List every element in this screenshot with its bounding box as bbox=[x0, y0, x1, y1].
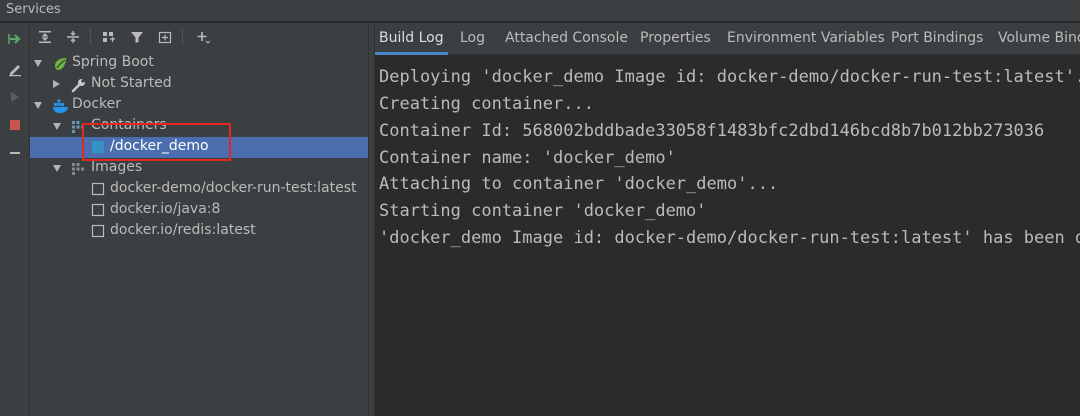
tree-node-label: Images bbox=[91, 159, 143, 175]
tree-node-label: docker-demo/docker-run-test:latest bbox=[110, 180, 357, 196]
tab-port-bindings[interactable]: Port Bindings bbox=[891, 23, 983, 55]
console-line: Deploying 'docker_demo Image id: docker-… bbox=[379, 67, 1080, 87]
images-grid-icon bbox=[71, 161, 85, 179]
tree-node-label: Not Started bbox=[91, 75, 172, 91]
console-line: Creating container... bbox=[379, 94, 594, 114]
tree-node-images[interactable]: Images bbox=[30, 158, 368, 179]
console-line: Starting container 'docker_demo' bbox=[379, 201, 707, 221]
toolbar-separator bbox=[182, 29, 183, 45]
tree-node-label: docker.io/java:8 bbox=[110, 201, 221, 217]
image-checkbox-icon bbox=[91, 182, 105, 200]
expand-arrow-icon[interactable] bbox=[34, 102, 42, 109]
tree-node-spring-boot[interactable]: Spring Boot bbox=[30, 53, 368, 74]
expand-arrow-icon[interactable] bbox=[34, 60, 42, 67]
tree-node-docker[interactable]: Docker bbox=[30, 95, 368, 116]
tab-volume-bindings[interactable]: Volume Bindings bbox=[998, 23, 1080, 55]
collapse-arrow-icon[interactable] bbox=[53, 80, 60, 88]
tree-node-image[interactable]: docker-demo/docker-run-test:latest bbox=[30, 179, 368, 200]
image-checkbox-icon bbox=[91, 203, 105, 221]
console-line: 'docker_demo Image id: docker-demo/docke… bbox=[379, 228, 1080, 248]
console-line: Attaching to container 'docker_demo'... bbox=[379, 174, 779, 194]
expand-arrow-icon[interactable] bbox=[53, 123, 61, 130]
console-line: Container name: 'docker_demo' bbox=[379, 148, 676, 168]
tab-properties[interactable]: Properties bbox=[640, 23, 711, 55]
minus-icon[interactable] bbox=[5, 143, 25, 163]
wrench-icon bbox=[71, 77, 87, 97]
rerun-icon[interactable] bbox=[5, 29, 25, 49]
filter-icon[interactable] bbox=[126, 27, 148, 47]
tree-node-label: docker.io/redis:latest bbox=[110, 222, 256, 238]
tab-environment-variables[interactable]: Environment Variables bbox=[727, 23, 885, 55]
left-action-bar bbox=[0, 23, 30, 416]
expand-arrow-icon[interactable] bbox=[53, 165, 61, 172]
details-tab-bar: Build Log Log Attached Console Propertie… bbox=[375, 23, 1080, 55]
highlight-box bbox=[82, 123, 231, 161]
group-by-icon[interactable] bbox=[98, 27, 120, 47]
tab-log[interactable]: Log bbox=[460, 23, 485, 55]
window-title: Services bbox=[6, 2, 61, 17]
window-titlebar: Services bbox=[0, 0, 1080, 22]
services-tree-panel: Spring Boot Not Started Docker Container… bbox=[30, 23, 368, 416]
console-line: Container Id: 568002bddbade33058f1483bfc… bbox=[379, 121, 1045, 141]
tree-node-not-started[interactable]: Not Started bbox=[30, 74, 368, 95]
tree-node-image[interactable]: docker.io/redis:latest bbox=[30, 221, 368, 242]
build-log-console[interactable]: Deploying 'docker_demo Image id: docker-… bbox=[375, 56, 1080, 416]
edit-icon[interactable] bbox=[5, 59, 25, 79]
image-checkbox-icon bbox=[91, 224, 105, 242]
expand-all-icon[interactable] bbox=[34, 27, 56, 47]
toolbar-separator bbox=[90, 29, 91, 45]
tree-node-label: Docker bbox=[72, 96, 122, 112]
tab-attached-console[interactable]: Attached Console bbox=[505, 23, 628, 55]
tree-toolbar bbox=[30, 23, 368, 51]
run-icon[interactable] bbox=[5, 87, 25, 107]
spring-boot-icon bbox=[52, 56, 68, 76]
docker-icon bbox=[52, 98, 70, 118]
tree-node-image[interactable]: docker.io/java:8 bbox=[30, 200, 368, 221]
new-tab-icon[interactable] bbox=[154, 27, 176, 47]
tab-build-log[interactable]: Build Log bbox=[375, 23, 448, 55]
collapse-all-icon[interactable] bbox=[62, 27, 84, 47]
add-service-icon[interactable] bbox=[192, 27, 214, 47]
panel-splitter[interactable] bbox=[368, 23, 375, 416]
tree-node-label: Spring Boot bbox=[72, 54, 154, 70]
stop-icon[interactable] bbox=[5, 115, 25, 135]
